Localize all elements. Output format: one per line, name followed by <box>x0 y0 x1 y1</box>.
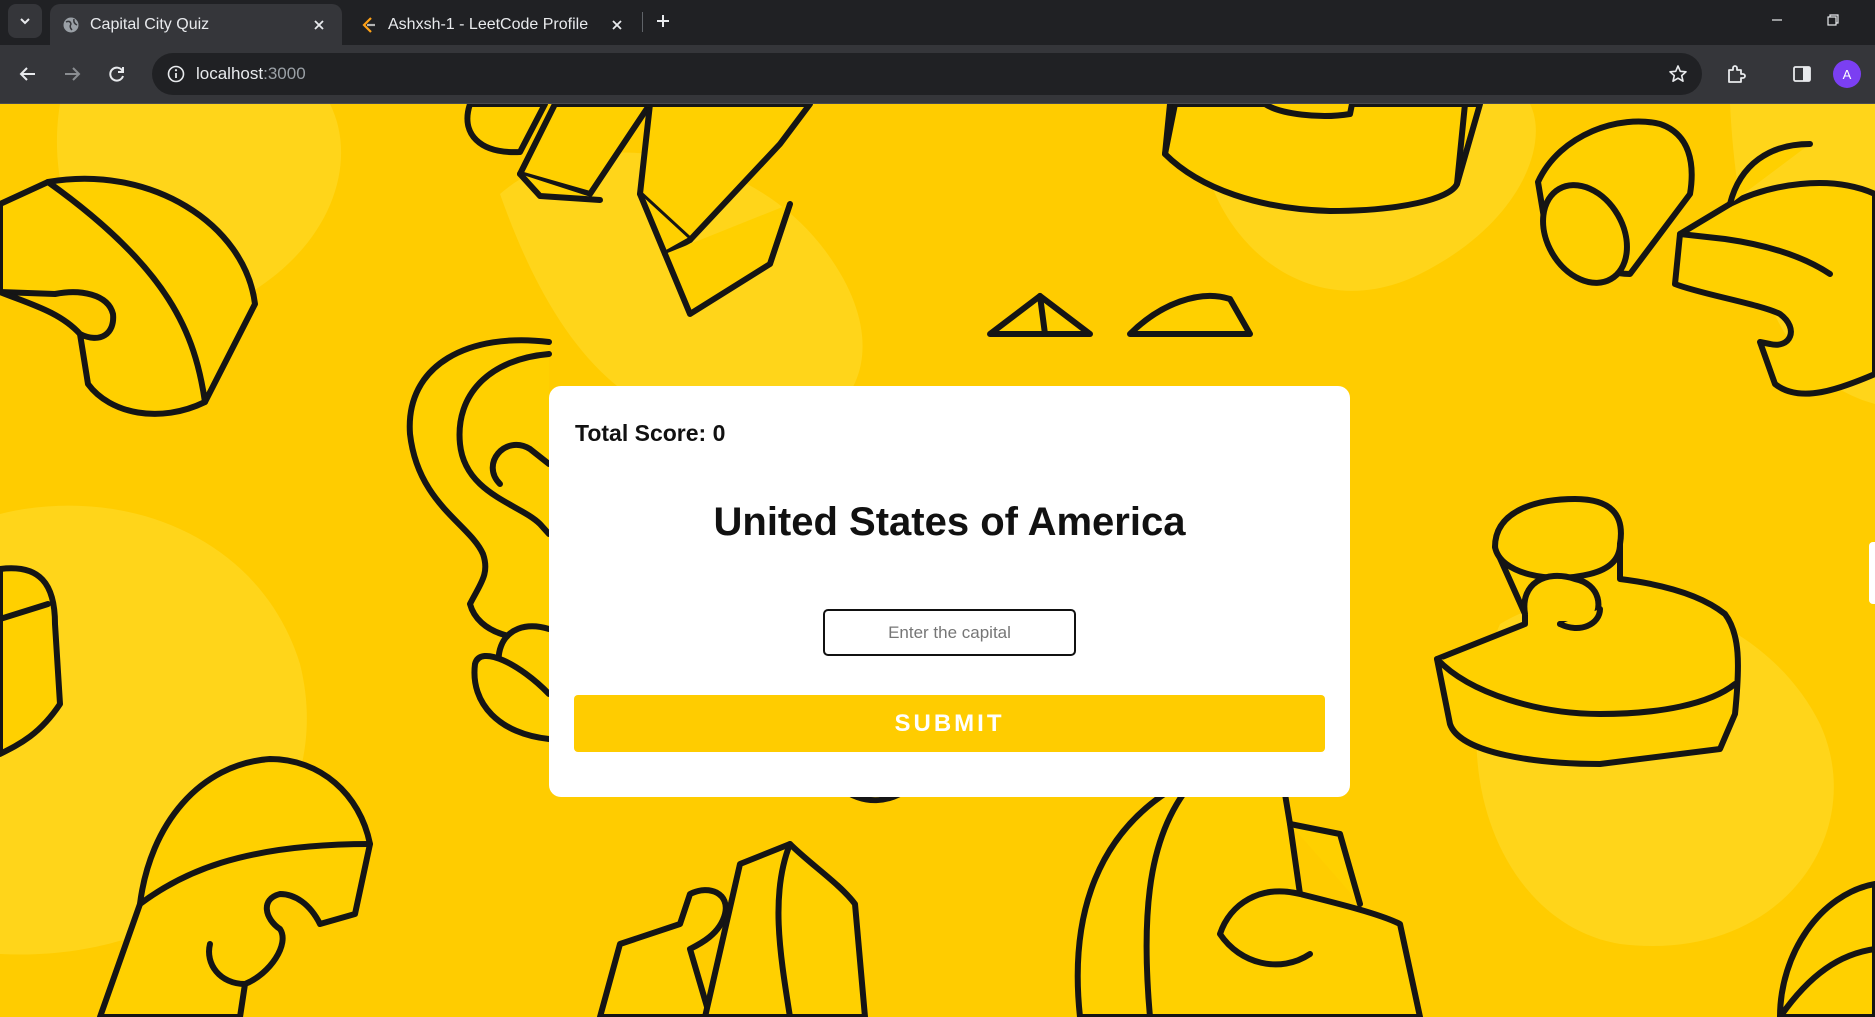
url-port: :3000 <box>263 64 306 83</box>
arrow-right-icon <box>65 67 81 81</box>
chevron-down-icon <box>20 18 30 25</box>
tab-capital-city-quiz[interactable]: Capital City Quiz <box>50 4 342 45</box>
tab-title: Ashxsh-1 - LeetCode Profile <box>388 15 589 33</box>
arrow-left-icon <box>19 67 35 81</box>
quiz-card: Total Score: 0 United States of America … <box>549 386 1350 797</box>
capital-answer-input[interactable] <box>823 609 1076 656</box>
close-icon[interactable] <box>308 14 330 36</box>
leetcode-icon <box>360 16 378 34</box>
tab-leetcode-profile[interactable]: Ashxsh-1 - LeetCode Profile <box>348 4 640 45</box>
reload-icon <box>109 66 124 82</box>
forward-button[interactable] <box>56 58 88 90</box>
page-viewport: Total Score: 0 United States of America … <box>0 104 1875 1017</box>
reload-button[interactable] <box>101 58 133 90</box>
url-text: localhost:3000 <box>196 64 306 84</box>
new-tab-button[interactable] <box>650 8 676 34</box>
minimize-icon <box>1772 19 1782 21</box>
side-handle[interactable] <box>1869 542 1875 604</box>
submit-button[interactable]: SUBMIT <box>574 695 1325 752</box>
close-icon[interactable] <box>606 14 628 36</box>
plus-icon <box>657 15 669 27</box>
restore-button[interactable] <box>1805 0 1861 40</box>
minimize-button[interactable] <box>1749 0 1805 40</box>
country-prompt: United States of America <box>713 500 1186 544</box>
back-button[interactable] <box>12 58 44 90</box>
tab-strip: Capital City Quiz Ashxsh-1 - LeetCode Pr… <box>0 0 1875 45</box>
restore-icon <box>1827 14 1839 26</box>
address-bar[interactable]: localhost:3000 <box>152 53 1702 95</box>
side-panel-icon[interactable] <box>1786 58 1818 90</box>
url-host: localhost <box>196 64 264 83</box>
total-score: Total Score: 0 <box>575 420 726 446</box>
extensions-icon[interactable] <box>1720 58 1752 90</box>
browser-toolbar: localhost:3000 A <box>0 45 1875 104</box>
globe-icon <box>62 16 80 34</box>
tab-separator <box>642 12 643 32</box>
profile-avatar[interactable]: A <box>1833 60 1861 88</box>
tab-search-button[interactable] <box>8 4 42 38</box>
bookmark-star-icon[interactable] <box>1666 62 1690 86</box>
site-info-icon[interactable] <box>156 53 196 95</box>
tab-title: Capital City Quiz <box>90 15 210 33</box>
